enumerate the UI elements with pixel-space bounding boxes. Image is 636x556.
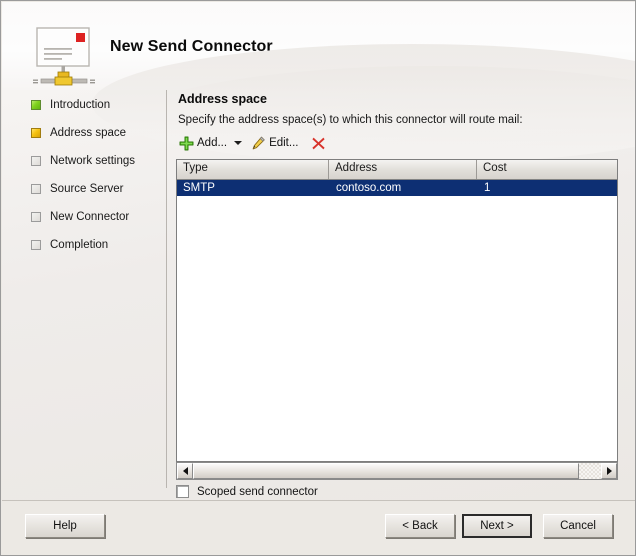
sidebar-item-introduction[interactable]: Introduction	[31, 96, 110, 113]
column-header-cost[interactable]: Cost	[477, 160, 617, 179]
step-status-icon-pending	[31, 183, 41, 194]
add-button-label: Add...	[197, 137, 228, 149]
new-send-connector-wizard: New Send Connector Introduction Address …	[0, 0, 636, 556]
next-button[interactable]: Next >	[462, 514, 532, 538]
sidebar-item-label: New Connector	[50, 210, 130, 223]
step-status-icon-done	[31, 99, 41, 110]
scoped-send-connector-label: Scoped send connector	[197, 485, 318, 498]
list-header-row: Type Address Cost	[177, 160, 617, 180]
scoped-send-connector-row[interactable]: Scoped send connector	[176, 485, 318, 498]
scroll-right-button[interactable]	[601, 463, 617, 479]
scrollbar-track[interactable]	[579, 463, 601, 479]
wizard-footer: Help < Back Next > Cancel	[2, 500, 635, 555]
section-title: Address space	[178, 92, 267, 106]
cell-address: contoso.com	[336, 182, 402, 194]
sidebar-item-address-space[interactable]: Address space	[31, 124, 126, 141]
delete-button[interactable]	[308, 133, 329, 154]
pencil-icon	[252, 136, 265, 149]
sidebar-item-completion[interactable]: Completion	[31, 236, 108, 253]
help-button[interactable]: Help	[25, 514, 105, 538]
scroll-left-button[interactable]	[177, 463, 193, 479]
instruction-text: Specify the address space(s) to which th…	[178, 114, 523, 126]
sidebar-item-network-settings[interactable]: Network settings	[31, 152, 135, 169]
sidebar-item-source-server[interactable]: Source Server	[31, 180, 124, 197]
sidebar-item-label: Address space	[50, 126, 127, 139]
wizard-body: Introduction Address space Network setti…	[2, 44, 635, 500]
edit-button[interactable]: Edit...	[248, 133, 301, 154]
step-status-icon-pending	[31, 211, 41, 222]
scoped-send-connector-checkbox[interactable]	[176, 485, 189, 498]
add-button[interactable]: Add...	[176, 133, 230, 154]
back-button[interactable]: < Back	[385, 514, 455, 538]
send-connector-icon	[33, 27, 95, 86]
address-space-pane: Address space Specify the address space(…	[167, 90, 635, 500]
step-status-icon-current	[31, 127, 41, 138]
sidebar-item-label: Source Server	[50, 182, 124, 195]
scrollbar-thumb[interactable]	[193, 463, 579, 479]
address-space-list[interactable]: Type Address Cost SMTP contoso.com 1	[176, 159, 618, 462]
sidebar-item-new-connector[interactable]: New Connector	[31, 208, 129, 225]
cell-type: SMTP	[183, 182, 215, 194]
horizontal-scrollbar[interactable]	[176, 462, 618, 480]
chevron-down-icon[interactable]	[234, 141, 243, 145]
step-status-icon-pending	[31, 155, 41, 166]
sidebar-item-label: Introduction	[50, 98, 111, 111]
edit-button-label: Edit...	[269, 137, 299, 149]
address-space-toolbar: Add... Edit...	[176, 132, 329, 154]
green-plus-icon	[179, 136, 194, 150]
wizard-steps-sidebar: Introduction Address space Network setti…	[2, 90, 165, 500]
column-header-type[interactable]: Type	[177, 160, 329, 179]
red-x-icon	[312, 137, 326, 149]
step-status-icon-pending	[31, 239, 41, 250]
cell-cost: 1	[484, 182, 491, 194]
sidebar-item-label: Network settings	[50, 154, 136, 167]
column-header-address[interactable]: Address	[329, 160, 477, 179]
table-row[interactable]: SMTP contoso.com 1	[177, 180, 617, 196]
cancel-button[interactable]: Cancel	[543, 514, 613, 538]
sidebar-item-label: Completion	[50, 238, 109, 251]
